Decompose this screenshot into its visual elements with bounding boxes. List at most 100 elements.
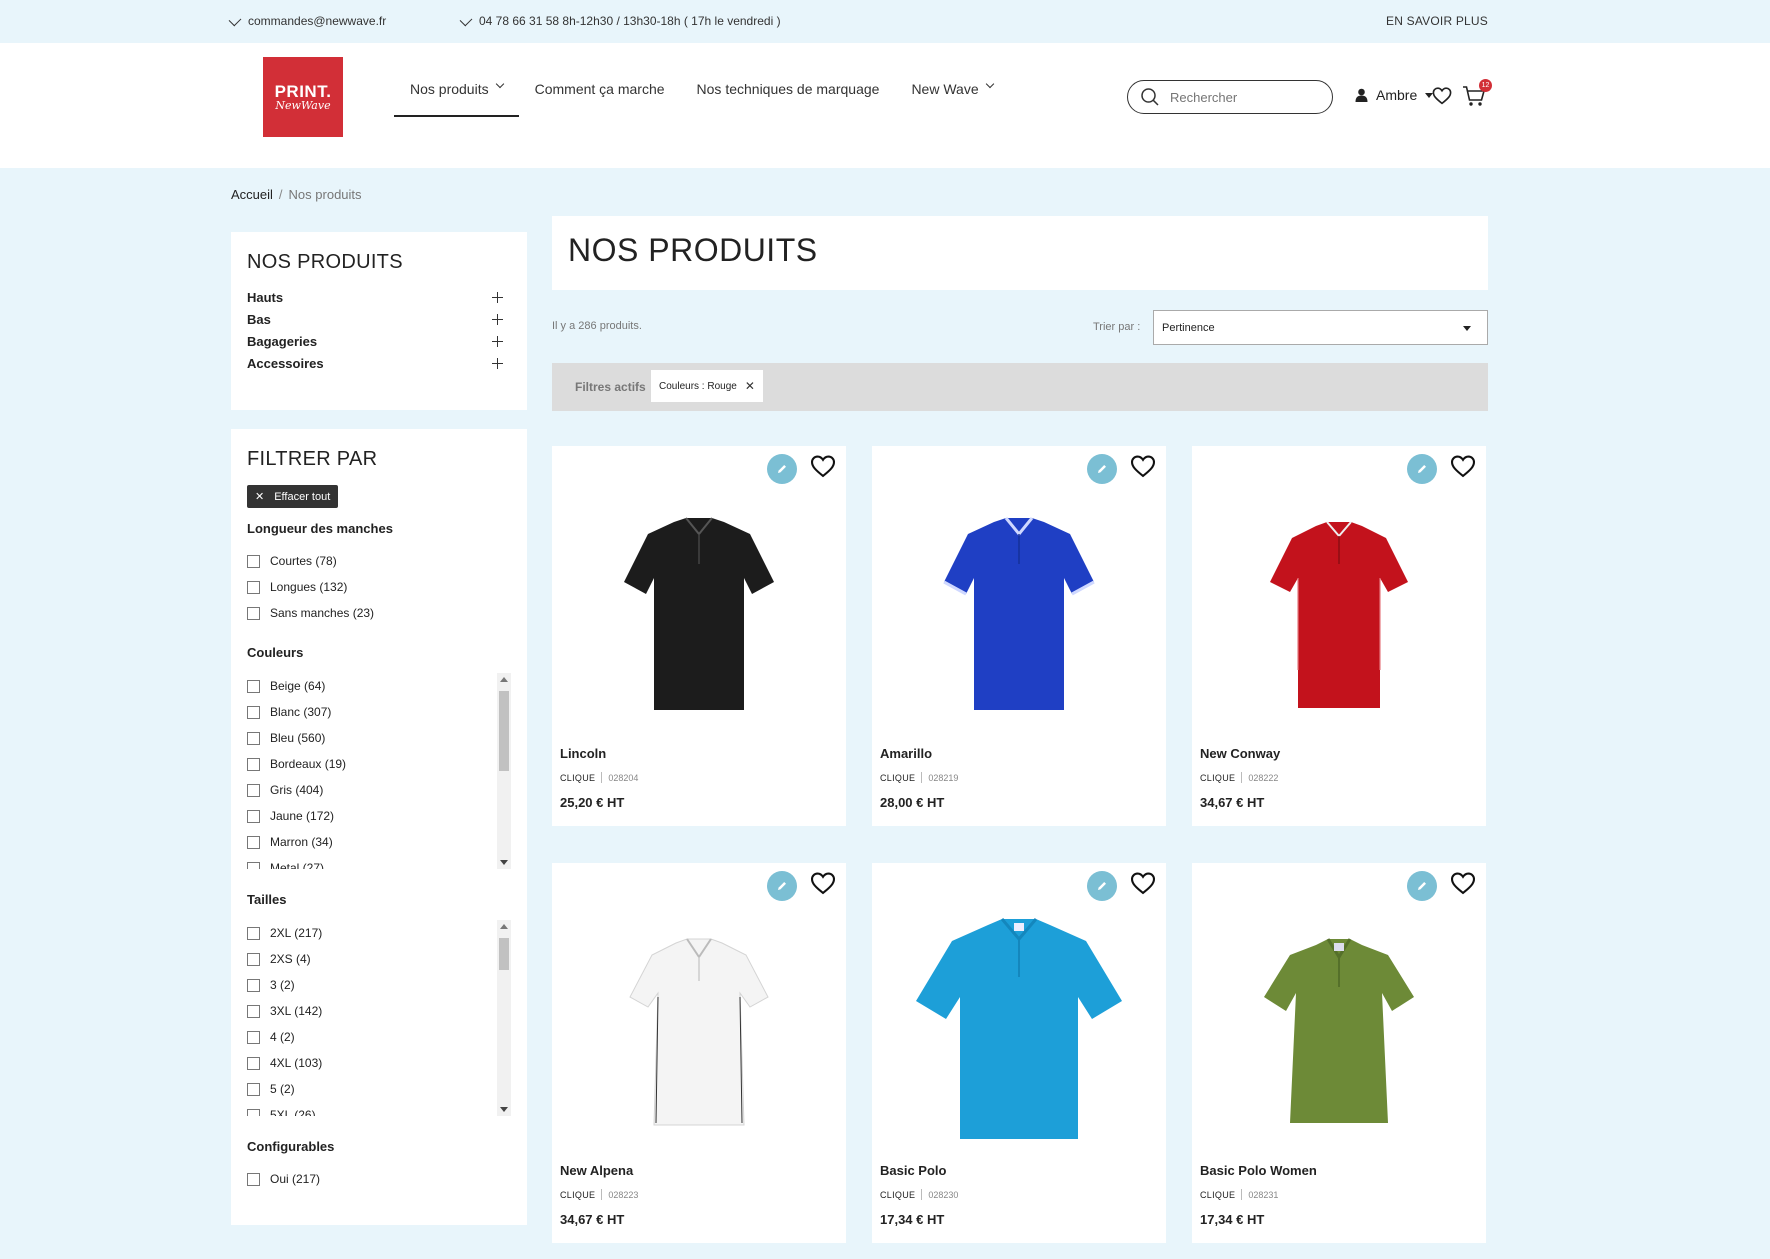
checkbox[interactable] [247,580,260,594]
filter-option[interactable]: 2XL (217) [247,920,511,946]
product-image-polo[interactable] [1260,937,1418,1127]
wishlist-heart-icon[interactable] [810,872,836,895]
product-card[interactable]: New Alpena CLIQUE 028223 34,67 € HT [552,863,846,1243]
search-input[interactable] [1170,89,1320,105]
search-icon[interactable] [1140,87,1160,107]
plus-icon[interactable] [492,357,503,369]
nav-nos-produits[interactable]: Nos produits [394,71,519,117]
scroll-up-icon[interactable] [500,924,508,929]
customize-button[interactable] [1407,454,1437,484]
filter-option[interactable]: Longues (132) [247,574,374,600]
wishlist-heart-icon[interactable] [1450,455,1476,478]
customize-button[interactable] [1087,454,1117,484]
filter-option[interactable]: 4 (2) [247,1024,511,1050]
checkbox[interactable] [247,731,260,745]
product-image-polo[interactable] [942,516,1096,716]
checkbox[interactable] [247,705,260,719]
filter-option[interactable]: Oui (217) [247,1166,320,1192]
product-card[interactable]: Lincoln CLIQUE 028204 25,20 € HT [552,446,846,826]
print-newwave-logo[interactable]: PRINT. NewWave [263,57,343,137]
filter-option[interactable]: Bordeaux (19) [247,751,511,777]
plus-icon[interactable] [492,335,503,347]
filter-option[interactable]: Gris (404) [247,777,511,803]
product-name[interactable]: New Alpena [560,1163,633,1178]
product-image-polo[interactable] [914,917,1124,1143]
plus-icon[interactable] [492,313,503,325]
product-image-polo[interactable] [1268,520,1410,712]
user-menu[interactable]: Ambre [1355,87,1434,103]
sort-select[interactable]: Pertinence [1153,310,1488,345]
filter-option[interactable]: 5 (2) [247,1076,511,1102]
filter-option[interactable]: Blanc (307) [247,699,511,725]
checkbox[interactable] [247,861,260,869]
scroll-up-icon[interactable] [500,677,508,682]
checkbox[interactable] [247,835,260,849]
product-name[interactable]: Basic Polo Women [1200,1163,1317,1178]
active-filter-chip[interactable]: Couleurs : Rouge ✕ [651,370,763,402]
nav-new-wave[interactable]: New Wave [895,71,1008,117]
learn-more-link[interactable]: EN SAVOIR PLUS [1386,14,1488,28]
filter-option[interactable]: Bleu (560) [247,725,511,751]
wishlist-heart-icon[interactable] [1432,87,1452,105]
filter-option[interactable]: Courtes (78) [247,548,374,574]
wishlist-heart-icon[interactable] [1450,872,1476,895]
product-name[interactable]: New Conway [1200,746,1280,761]
checkbox[interactable] [247,1056,260,1070]
checkbox[interactable] [247,978,260,992]
checkbox[interactable] [247,757,260,771]
scroll-thumb[interactable] [499,938,509,970]
filter-option[interactable]: Metal (27) [247,855,511,869]
filter-option[interactable]: 5XL (26) [247,1102,511,1116]
customize-button[interactable] [767,454,797,484]
product-name[interactable]: Amarillo [880,746,932,761]
checkbox[interactable] [247,809,260,823]
cart-button[interactable]: 12 [1462,79,1492,112]
checkbox[interactable] [247,1108,260,1116]
category-bas[interactable]: Bas [247,308,503,330]
checkbox[interactable] [247,1172,260,1186]
clear-all-button[interactable]: ✕ Effacer tout [247,485,339,508]
product-card[interactable]: New Conway CLIQUE 028222 34,67 € HT [1192,446,1486,826]
product-card[interactable]: Basic Polo Women CLIQUE 028231 17,34 € HT [1192,863,1486,1243]
customize-button[interactable] [1407,871,1437,901]
filter-option[interactable]: 4XL (103) [247,1050,511,1076]
category-hauts[interactable]: Hauts [247,286,503,308]
checkbox[interactable] [247,1082,260,1096]
plus-icon[interactable] [492,291,503,303]
checkbox[interactable] [247,952,260,966]
filter-option[interactable]: Marron (34) [247,829,511,855]
product-name[interactable]: Basic Polo [880,1163,946,1178]
checkbox[interactable] [247,783,260,797]
wishlist-heart-icon[interactable] [810,455,836,478]
filter-option[interactable]: Jaune (172) [247,803,511,829]
breadcrumb-home[interactable]: Accueil [231,187,273,202]
customize-button[interactable] [767,871,797,901]
close-icon[interactable]: ✕ [745,379,755,393]
checkbox[interactable] [247,1030,260,1044]
customize-button[interactable] [1087,871,1117,901]
color-list-scrollbar[interactable] [497,673,511,869]
filter-option[interactable]: Beige (64) [247,673,511,699]
filter-option[interactable]: 2XS (4) [247,946,511,972]
nav-comment-ca-marche[interactable]: Comment ça marche [519,71,681,117]
scroll-down-icon[interactable] [500,1107,508,1112]
product-image-polo[interactable] [626,937,772,1129]
size-list-scrollbar[interactable] [497,920,511,1116]
checkbox[interactable] [247,606,260,620]
checkbox[interactable] [247,926,260,940]
filter-option[interactable]: Sans manches (23) [247,600,374,626]
wishlist-heart-icon[interactable] [1130,455,1156,478]
product-card[interactable]: Amarillo CLIQUE 028219 28,00 € HT [872,446,1166,826]
email-text[interactable]: commandes@newwave.fr [248,14,386,28]
scroll-down-icon[interactable] [500,860,508,865]
checkbox[interactable] [247,1004,260,1018]
wishlist-heart-icon[interactable] [1130,872,1156,895]
product-name[interactable]: Lincoln [560,746,606,761]
checkbox[interactable] [247,554,260,568]
product-card[interactable]: Basic Polo CLIQUE 028230 17,34 € HT [872,863,1166,1243]
filter-option[interactable]: 3 (2) [247,972,511,998]
category-bagageries[interactable]: Bagageries [247,330,503,352]
filter-option[interactable]: 3XL (142) [247,998,511,1024]
nav-techniques-marquage[interactable]: Nos techniques de marquage [681,71,896,117]
scroll-thumb[interactable] [499,691,509,771]
